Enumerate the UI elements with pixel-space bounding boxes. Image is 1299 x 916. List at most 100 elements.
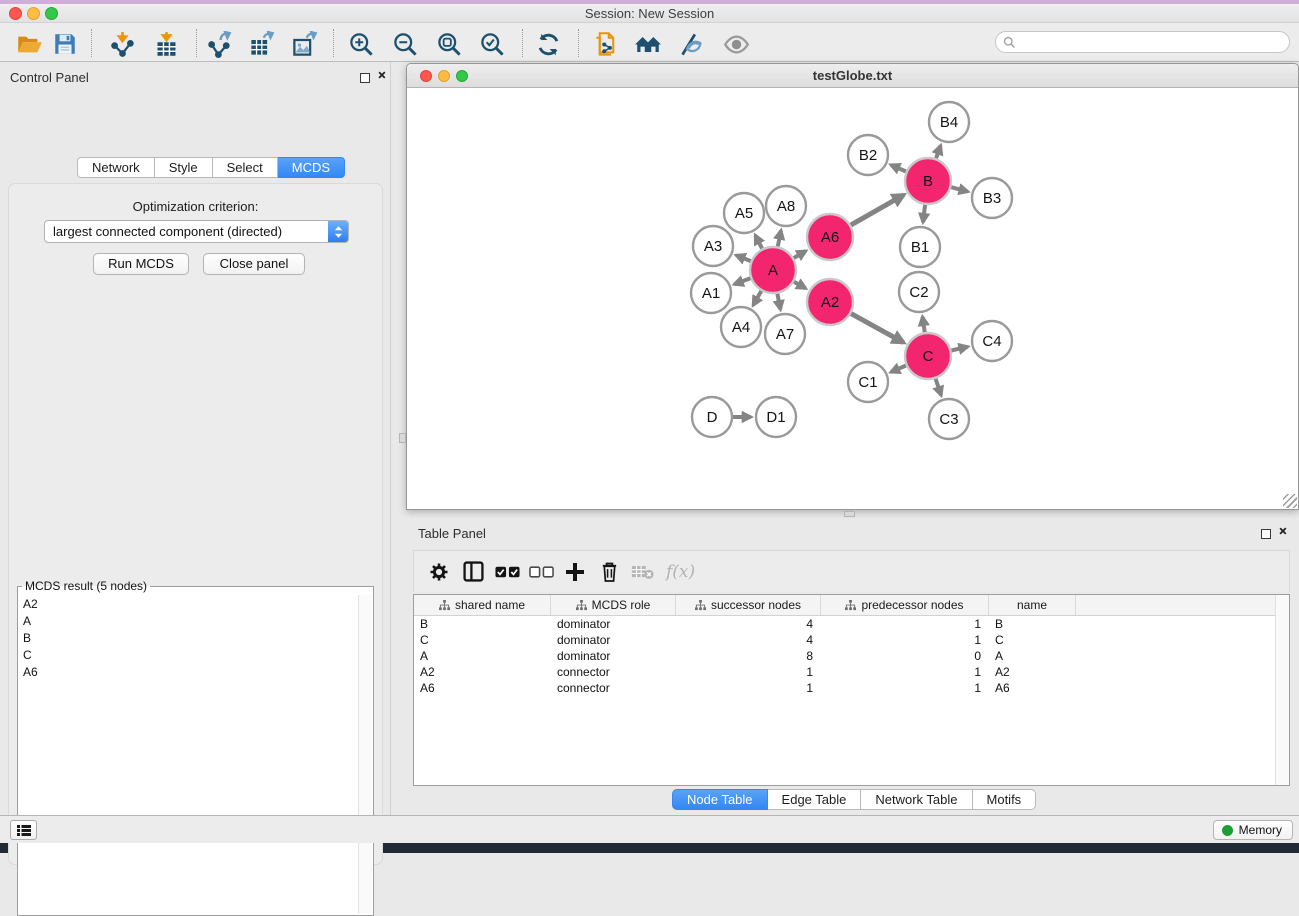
refresh-view-icon[interactable] (534, 30, 562, 58)
edge-A-A4[interactable] (753, 291, 761, 305)
table-row[interactable]: A2connector11A2 (414, 664, 1289, 680)
node-C1[interactable]: C1 (848, 362, 888, 402)
zoom-fit-icon[interactable] (435, 30, 463, 58)
clone-network-icon[interactable] (592, 30, 620, 58)
tab-style[interactable]: Style (155, 157, 213, 178)
node-A5[interactable]: A5 (724, 193, 764, 233)
table-cell[interactable]: B (989, 616, 1076, 632)
table-cell[interactable]: 4 (676, 616, 821, 632)
table-cell[interactable]: C (414, 632, 551, 648)
result-item[interactable]: A (19, 612, 358, 629)
table-cell[interactable]: A (989, 648, 1076, 664)
table-cell[interactable]: connector (551, 664, 676, 680)
node-D[interactable]: D (692, 397, 732, 437)
column-header-predecessor-nodes[interactable]: predecessor nodes (821, 595, 989, 615)
select-all-icon[interactable] (490, 558, 524, 586)
tab-node-table[interactable]: Node Table (672, 789, 768, 810)
result-item[interactable]: A2 (19, 595, 358, 612)
table-cell[interactable]: 1 (676, 680, 821, 696)
result-scrollbar[interactable] (358, 595, 372, 914)
table-scrollbar[interactable] (1275, 595, 1289, 785)
tab-edge-table[interactable]: Edge Table (768, 789, 862, 810)
hide-details-icon[interactable] (677, 30, 705, 58)
edge-C-C1[interactable] (891, 366, 906, 373)
result-item[interactable]: B (19, 629, 358, 646)
node-A3[interactable]: A3 (693, 226, 733, 266)
table-cell[interactable]: 0 (821, 648, 989, 664)
node-A4[interactable]: A4 (721, 307, 761, 347)
float-panel-icon[interactable] (360, 73, 370, 83)
column-header-shared-name[interactable]: shared name (414, 595, 551, 615)
table-cell[interactable]: dominator (551, 632, 676, 648)
network-window-titlebar[interactable]: testGlobe.txt (407, 64, 1298, 88)
network-graph[interactable]: B4B2BB3A5A8A6B1A3AA1C2A2A4A7C4CC1C3DD1 (407, 88, 1298, 509)
node-B1[interactable]: B1 (900, 227, 940, 267)
node-B4[interactable]: B4 (929, 102, 969, 142)
edge-B-B4[interactable] (936, 146, 941, 159)
criterion-dropdown[interactable]: largest connected component (directed) (44, 220, 349, 243)
export-image-icon[interactable] (290, 30, 318, 58)
table-cell[interactable]: A6 (989, 680, 1076, 696)
edge-A-A2[interactable] (794, 282, 806, 289)
home-layout-icon[interactable] (634, 30, 662, 58)
node-B[interactable]: B (905, 158, 951, 204)
column-header-name[interactable]: name (989, 595, 1076, 615)
column-browser-icon[interactable] (456, 558, 490, 586)
open-session-icon[interactable] (15, 30, 43, 58)
table-row[interactable]: Bdominator41B (414, 616, 1289, 632)
toolbar-search-field[interactable] (995, 31, 1290, 53)
node-C4[interactable]: C4 (972, 321, 1012, 361)
edge-A-A1[interactable] (734, 278, 750, 284)
result-item[interactable]: C (19, 646, 358, 663)
zoom-in-icon[interactable] (347, 30, 375, 58)
result-item[interactable]: A6 (19, 663, 358, 680)
table-cell[interactable]: 1 (821, 664, 989, 680)
tab-select[interactable]: Select (213, 157, 278, 178)
table-cell[interactable]: A6 (414, 680, 551, 696)
network-canvas[interactable]: B4B2BB3A5A8A6B1A3AA1C2A2A4A7C4CC1C3DD1 (407, 88, 1298, 509)
import-table-icon[interactable] (152, 30, 180, 58)
table-cell[interactable]: B (414, 616, 551, 632)
table-cell[interactable]: dominator (551, 648, 676, 664)
float-table-panel-icon[interactable] (1261, 529, 1271, 539)
delete-column-icon[interactable] (592, 558, 626, 586)
function-builder-icon[interactable]: f(x) (666, 562, 695, 582)
column-header-MCDS-role[interactable]: MCDS role (551, 595, 676, 615)
table-cell[interactable]: A (414, 648, 551, 664)
close-panel-button[interactable]: Close panel (203, 253, 305, 275)
table-cell[interactable]: 4 (676, 632, 821, 648)
show-graphics-details-icon[interactable] (722, 30, 750, 58)
node-A2[interactable]: A2 (807, 279, 853, 325)
task-history-button[interactable] (10, 820, 37, 840)
run-mcds-button[interactable]: Run MCDS (93, 253, 189, 275)
edge-A-A6[interactable] (794, 251, 806, 258)
node-A6[interactable]: A6 (807, 214, 853, 260)
table-row[interactable]: Cdominator41C (414, 632, 1289, 648)
edge-C-C3[interactable] (936, 379, 942, 396)
edge-B-B1[interactable] (923, 205, 925, 222)
node-C2[interactable]: C2 (899, 272, 939, 312)
node-C3[interactable]: C3 (929, 399, 969, 439)
add-column-icon[interactable] (558, 558, 592, 586)
split-divider-handle[interactable] (844, 511, 855, 517)
import-network-icon[interactable] (108, 30, 136, 58)
tab-network[interactable]: Network (77, 157, 155, 178)
table-cell[interactable]: 1 (821, 680, 989, 696)
close-table-panel-icon[interactable]: + (1271, 521, 1294, 544)
table-row[interactable]: Adominator80A (414, 648, 1289, 664)
table-cell[interactable]: connector (551, 680, 676, 696)
node-D1[interactable]: D1 (756, 397, 796, 437)
table-cell[interactable]: 1 (821, 632, 989, 648)
table-settings-icon[interactable] (422, 558, 456, 586)
table-cell[interactable]: C (989, 632, 1076, 648)
edge-B-B3[interactable] (951, 187, 968, 191)
export-table-icon[interactable] (247, 30, 275, 58)
column-header-successor-nodes[interactable]: successor nodes (676, 595, 821, 615)
table-cell[interactable]: A2 (989, 664, 1076, 680)
memory-button[interactable]: Memory (1213, 820, 1293, 840)
table-row[interactable]: A6connector11A6 (414, 680, 1289, 696)
zoom-out-icon[interactable] (391, 30, 419, 58)
edge-A6-B[interactable] (851, 195, 904, 225)
resize-grip-icon[interactable] (1283, 494, 1297, 508)
table-cell[interactable]: 1 (676, 664, 821, 680)
